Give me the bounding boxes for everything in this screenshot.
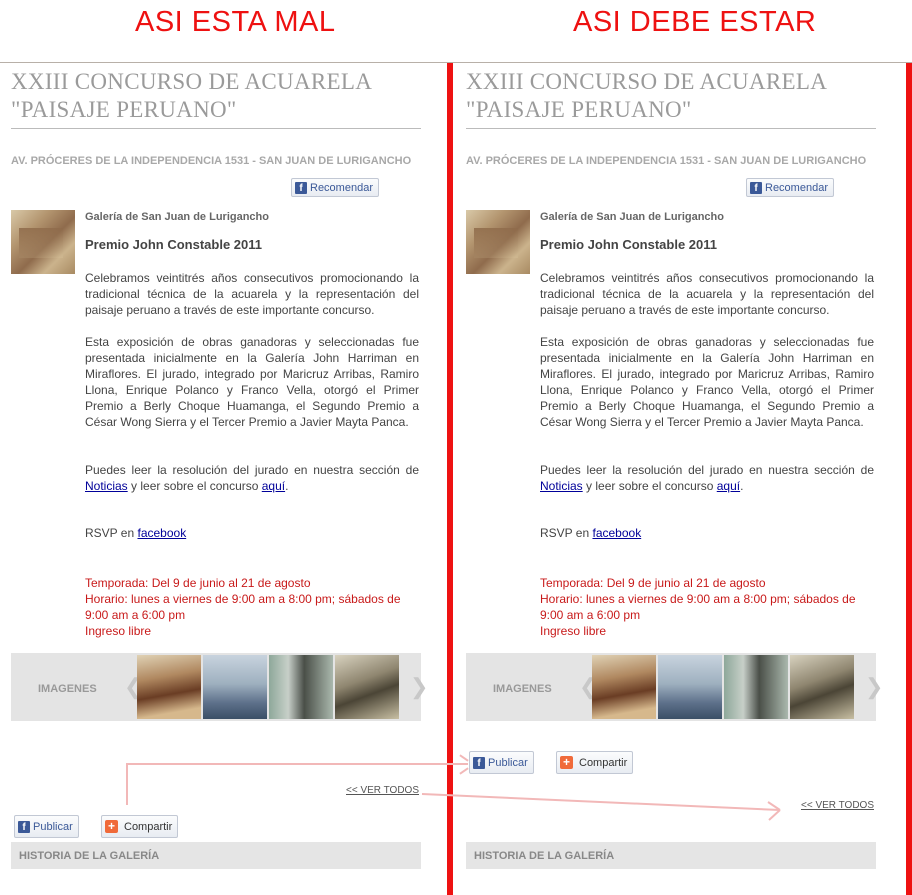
paragraph3-text-3: . xyxy=(740,479,744,493)
carousel-image[interactable] xyxy=(335,655,399,719)
rsvp-line: RSVP en facebook xyxy=(85,526,186,540)
publish-label: Publicar xyxy=(33,820,73,833)
image-carousel: IMAGENES ❮ ❯ xyxy=(11,653,428,721)
image-carousel: IMAGENES ❮ ❯ xyxy=(466,653,883,721)
prize-title: Premio John Constable 2011 xyxy=(85,237,263,252)
title-rule xyxy=(466,128,876,129)
description-paragraph-1: Celebramos veintitrés años consecutivos … xyxy=(85,271,419,317)
plus-icon: + xyxy=(560,756,573,769)
facebook-icon: f xyxy=(750,181,762,194)
facebook-link[interactable]: facebook xyxy=(137,526,186,540)
facebook-link[interactable]: facebook xyxy=(592,526,641,540)
description-paragraph-2: Esta exposición de obras ganadoras y sel… xyxy=(85,335,419,429)
admission: Ingreso libre xyxy=(540,624,607,638)
rsvp-line: RSVP en facebook xyxy=(540,526,641,540)
paragraph3-text-1: Puedes leer la resolución del jurado en … xyxy=(540,463,874,477)
description-paragraph-2: Esta exposición de obras ganadoras y sel… xyxy=(540,335,874,429)
prize-title: Premio John Constable 2011 xyxy=(540,237,718,252)
red-divider xyxy=(447,63,453,895)
news-link[interactable]: Noticias xyxy=(540,479,583,493)
share-button[interactable]: + Compartir xyxy=(556,751,634,774)
carousel-image[interactable] xyxy=(724,655,788,719)
event-address: AV. PRÓCERES DE LA INDEPENDENCIA 1531 - … xyxy=(466,155,867,167)
season-dates: Temporada: Del 9 de junio al 21 de agost… xyxy=(540,576,766,590)
event-title: XXIII CONCURSO DE ACUARELA "PAISAJE PERU… xyxy=(466,68,876,124)
view-all-link[interactable]: << VER TODOS xyxy=(346,785,419,796)
event-title-line2: "PAISAJE PERUANO" xyxy=(466,97,692,122)
gallery-name: Galería de San Juan de Lurigancho xyxy=(540,211,724,223)
event-title-line2: "PAISAJE PERUANO" xyxy=(11,97,237,122)
share-button[interactable]: + Compartir xyxy=(101,815,179,838)
publish-label: Publicar xyxy=(488,756,528,769)
schedule: Horario: lunes a viernes de 9:00 am a 8:… xyxy=(540,592,856,622)
season-dates: Temporada: Del 9 de junio al 21 de agost… xyxy=(85,576,311,590)
title-rule xyxy=(11,128,421,129)
paragraph3-text-1: Puedes leer la resolución del jurado en … xyxy=(85,463,419,477)
season-info: Temporada: Del 9 de junio al 21 de agost… xyxy=(85,575,419,639)
paragraph3-text-2: y leer sobre el concurso xyxy=(582,479,717,493)
paragraph3-text-2: y leer sobre el concurso xyxy=(127,479,262,493)
rsvp-text: RSVP en xyxy=(85,526,138,540)
description-paragraph-3: Puedes leer la resolución del jurado en … xyxy=(85,462,419,494)
wrong-heading: ASI ESTA MAL xyxy=(135,6,336,38)
recommend-button[interactable]: f Recomendar xyxy=(291,178,379,197)
gallery-history-header[interactable]: HISTORIA DE LA GALERÍA xyxy=(466,842,876,869)
here-link[interactable]: aquí xyxy=(717,479,740,493)
facebook-icon: f xyxy=(18,820,30,833)
event-title: XXIII CONCURSO DE ACUARELA "PAISAJE PERU… xyxy=(11,68,421,124)
carousel-image[interactable] xyxy=(269,655,333,719)
wrong-layout-panel: XXIII CONCURSO DE ACUARELA "PAISAJE PERU… xyxy=(0,63,440,895)
season-info: Temporada: Del 9 de junio al 21 de agost… xyxy=(540,575,874,639)
event-address: AV. PRÓCERES DE LA INDEPENDENCIA 1531 - … xyxy=(11,155,412,167)
news-link[interactable]: Noticias xyxy=(85,479,128,493)
carousel-image[interactable] xyxy=(203,655,267,719)
share-label: Compartir xyxy=(579,756,628,769)
carousel-image[interactable] xyxy=(658,655,722,719)
publish-button[interactable]: f Publicar xyxy=(469,751,534,774)
carousel-image[interactable] xyxy=(592,655,656,719)
facebook-icon: f xyxy=(473,756,485,769)
carousel-image[interactable] xyxy=(790,655,854,719)
event-thumbnail[interactable] xyxy=(466,210,530,274)
here-link[interactable]: aquí xyxy=(262,479,285,493)
red-border-right xyxy=(906,63,912,895)
carousel-image[interactable] xyxy=(137,655,201,719)
recommend-button[interactable]: f Recomendar xyxy=(746,178,834,197)
plus-icon: + xyxy=(105,820,118,833)
admission: Ingreso libre xyxy=(85,624,152,638)
event-thumbnail[interactable] xyxy=(11,210,75,274)
gallery-history-header[interactable]: HISTORIA DE LA GALERÍA xyxy=(11,842,421,869)
recommend-label: Recomendar xyxy=(310,181,373,194)
rsvp-text: RSVP en xyxy=(540,526,593,540)
recommend-label: Recomendar xyxy=(765,181,828,194)
carousel-next-icon[interactable]: ❯ xyxy=(865,674,883,700)
description-paragraph-1: Celebramos veintitrés años consecutivos … xyxy=(540,271,874,317)
right-heading: ASI DEBE ESTAR xyxy=(573,6,817,38)
event-title-line1: XXIII CONCURSO DE ACUARELA xyxy=(11,69,373,94)
carousel-next-icon[interactable]: ❯ xyxy=(410,674,428,700)
description-paragraph-3: Puedes leer la resolución del jurado en … xyxy=(540,462,874,494)
event-title-line1: XXIII CONCURSO DE ACUARELA xyxy=(466,69,828,94)
view-all-link[interactable]: << VER TODOS xyxy=(801,800,874,811)
correct-layout-panel: XXIII CONCURSO DE ACUARELA "PAISAJE PERU… xyxy=(455,63,895,895)
share-label: Compartir xyxy=(124,820,173,833)
facebook-icon: f xyxy=(295,181,307,194)
images-label: IMAGENES xyxy=(38,683,97,695)
schedule: Horario: lunes a viernes de 9:00 am a 8:… xyxy=(85,592,401,622)
paragraph3-text-3: . xyxy=(285,479,289,493)
publish-button[interactable]: f Publicar xyxy=(14,815,79,838)
images-label: IMAGENES xyxy=(493,683,552,695)
gallery-name: Galería de San Juan de Lurigancho xyxy=(85,211,269,223)
